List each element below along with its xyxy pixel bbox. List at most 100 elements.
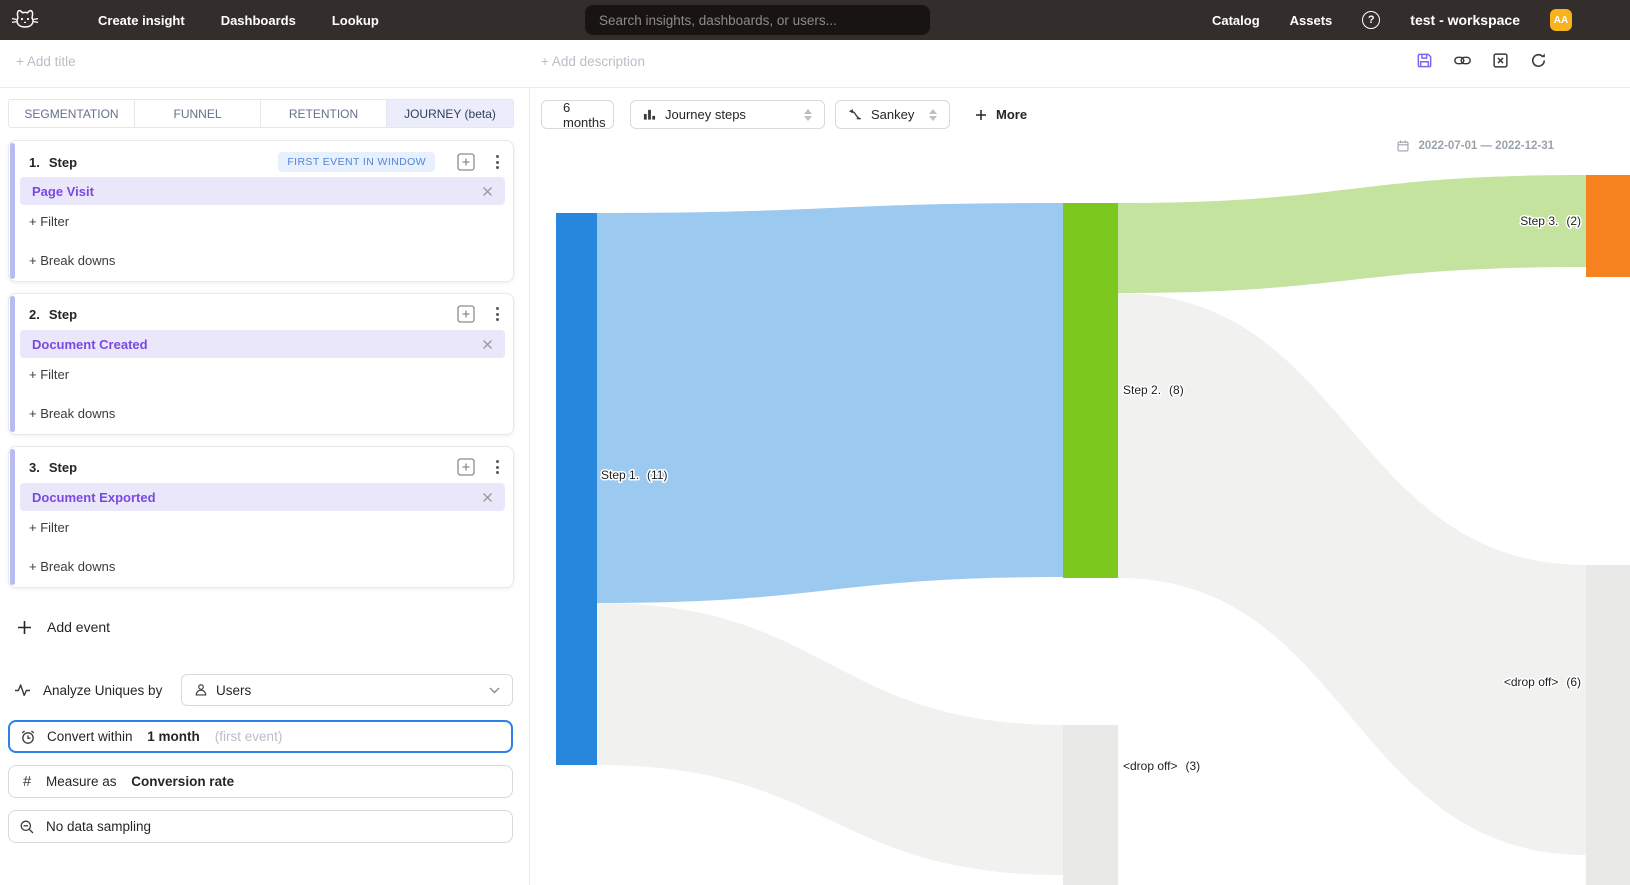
node-step2[interactable] (1063, 203, 1118, 578)
more-options-button[interactable]: More (975, 100, 1027, 129)
step-number: 1. (29, 155, 40, 170)
save-icon[interactable] (1416, 52, 1433, 69)
nav-dashboards[interactable]: Dashboards (221, 13, 296, 28)
step-menu-icon[interactable] (495, 155, 499, 169)
event-pill[interactable]: Document Created (20, 330, 505, 358)
remove-event-icon[interactable] (482, 339, 493, 350)
sankey-icon (848, 108, 862, 121)
nav-create-insight[interactable]: Create insight (98, 13, 185, 28)
add-description-field[interactable]: + Add description (541, 54, 645, 69)
event-name: Document Exported (32, 490, 156, 505)
analyze-by-value: Users (216, 683, 251, 698)
node-label-step2: Step 2.(8) (1123, 383, 1184, 397)
add-event-label: Add event (47, 619, 110, 635)
event-pill[interactable]: Page Visit (20, 177, 505, 205)
add-event-to-step-icon[interactable] (457, 458, 475, 476)
insight-type-tabs: SEGMENTATION FUNNEL RETENTION JOURNEY (b… (8, 99, 514, 128)
sampling-label: No data sampling (46, 819, 151, 834)
nav-catalog[interactable]: Catalog (1212, 13, 1260, 28)
add-breakdown-link[interactable]: + Break downs (29, 559, 115, 574)
nav-lookup[interactable]: Lookup (332, 13, 379, 28)
chart-area: 6 months Journey steps Sankey (530, 88, 1630, 885)
node-label-step3: Step 3.(2) (1520, 214, 1581, 228)
waveform-icon (14, 683, 31, 697)
event-name: Document Created (32, 337, 148, 352)
event-pill[interactable]: Document Exported (20, 483, 505, 511)
step-card-1: 1. Step FIRST EVENT IN WINDOW Page Visit… (8, 140, 514, 282)
data-sampling-setting[interactable]: No data sampling (8, 810, 513, 843)
clear-insight-icon[interactable] (1492, 52, 1509, 69)
insight-header-bar: + Add title + Add description (0, 40, 1630, 88)
tab-retention[interactable]: RETENTION (261, 100, 387, 127)
step-number: 3. (29, 460, 40, 475)
navbar-left: Create insight Dashboards Lookup (0, 7, 379, 33)
chart-type-select[interactable]: Sankey (835, 100, 950, 129)
step-menu-icon[interactable] (495, 460, 499, 474)
bar-chart-icon (643, 108, 656, 121)
step-title: Step (49, 155, 77, 170)
analyze-by-select[interactable]: Users (181, 674, 513, 706)
select-sorter-icon (804, 109, 812, 121)
app-window: Create insight Dashboards Lookup Catalog… (0, 0, 1630, 885)
add-event-to-step-icon[interactable] (457, 305, 475, 323)
metric-select[interactable]: Journey steps (630, 100, 825, 129)
tab-journey[interactable]: JOURNEY (beta) (387, 100, 513, 127)
flow-step1-dropoff[interactable] (597, 603, 1063, 875)
header-actions (1416, 52, 1547, 69)
chart-type-value: Sankey (871, 107, 914, 122)
first-event-badge: FIRST EVENT IN WINDOW (278, 152, 435, 172)
node-label-dropoff-mid: <drop off>(3) (1123, 759, 1200, 773)
node-label-dropoff-right: <drop off>(6) (1504, 675, 1581, 689)
add-breakdown-link[interactable]: + Break downs (29, 406, 115, 421)
add-event-button[interactable]: Add event (17, 612, 110, 642)
measure-value: Conversion rate (131, 774, 234, 789)
flow-step1-step2[interactable] (597, 203, 1063, 603)
remove-event-icon[interactable] (482, 186, 493, 197)
refresh-icon[interactable] (1530, 52, 1547, 69)
add-event-to-step-icon[interactable] (457, 153, 475, 171)
date-range-button-label: 6 months (563, 100, 606, 130)
tab-funnel[interactable]: FUNNEL (135, 100, 261, 127)
flow-step2-step3[interactable] (1118, 175, 1586, 293)
date-range-button[interactable]: 6 months (541, 100, 614, 129)
add-filter-link[interactable]: + Filter (29, 214, 69, 229)
workspace-name[interactable]: test - workspace (1410, 12, 1520, 28)
remove-event-icon[interactable] (482, 492, 493, 503)
more-label: More (996, 107, 1027, 122)
help-icon[interactable]: ? (1362, 11, 1380, 29)
add-breakdown-link[interactable]: + Break downs (29, 253, 115, 268)
convert-within-setting[interactable]: Convert within 1 month (first event) (8, 720, 513, 753)
top-navbar: Create insight Dashboards Lookup Catalog… (0, 0, 1630, 40)
avatar[interactable]: AA (1550, 9, 1572, 31)
step-card-accent (10, 449, 15, 585)
sankey-chart: Step 1.(11) Step 2.(8) Step 3.(2) <drop … (530, 140, 1630, 885)
analyze-row: Analyze Uniques by Users (14, 674, 513, 706)
step-card-header: 3. Step (9, 447, 513, 476)
query-builder-panel: SEGMENTATION FUNNEL RETENTION JOURNEY (b… (0, 88, 530, 885)
nav-assets[interactable]: Assets (1290, 13, 1333, 28)
zoom-out-icon (19, 819, 35, 835)
cat-logo[interactable] (8, 7, 42, 33)
navbar-right: Catalog Assets ? test - workspace AA (1212, 0, 1572, 40)
step-card-3: 3. Step Document Exported + Filter + Bre… (8, 446, 514, 588)
node-step1[interactable] (556, 213, 597, 765)
add-title-field[interactable]: + Add title (16, 54, 76, 69)
step-card-accent (10, 296, 15, 432)
search-input[interactable] (585, 5, 930, 35)
step-number: 2. (29, 307, 40, 322)
node-dropoff-mid[interactable] (1063, 725, 1118, 885)
add-filter-link[interactable]: + Filter (29, 367, 69, 382)
measure-as-setting[interactable]: # Measure as Conversion rate (8, 765, 513, 798)
node-dropoff-right[interactable] (1586, 565, 1630, 885)
tab-segmentation[interactable]: SEGMENTATION (9, 100, 135, 127)
step-card-2: 2. Step Document Created + Filter + Brea… (8, 293, 514, 435)
copy-link-icon[interactable] (1454, 52, 1471, 69)
node-label-step1: Step 1.(11) (601, 468, 667, 482)
user-icon (194, 683, 208, 697)
step-menu-icon[interactable] (495, 307, 499, 321)
convert-hint: (first event) (215, 729, 283, 744)
measure-prefix: Measure as (46, 774, 120, 789)
node-step3[interactable] (1586, 175, 1630, 277)
hash-icon: # (19, 773, 35, 790)
add-filter-link[interactable]: + Filter (29, 520, 69, 535)
